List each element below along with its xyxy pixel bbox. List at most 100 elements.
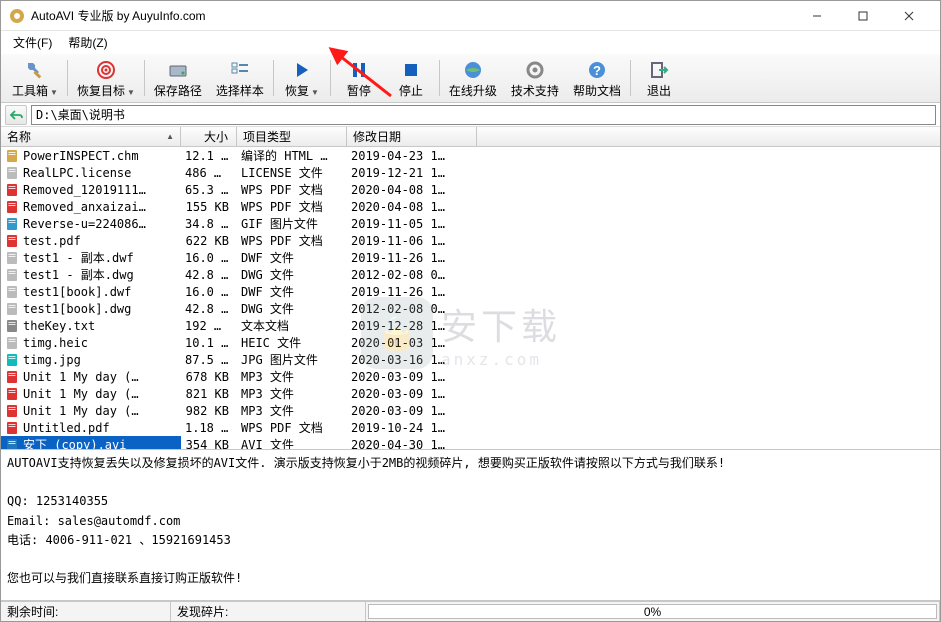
file-row[interactable]: Unit 1 My day (…678 KBMP3 文件2020-03-09 1… [1, 368, 940, 385]
maximize-button[interactable] [840, 1, 886, 31]
chevron-down-icon: ▼ [127, 88, 135, 97]
file-size: 678 KB [181, 370, 237, 384]
file-name: RealLPC.license [23, 166, 131, 180]
file-size: 821 KB [181, 387, 237, 401]
file-icon [5, 200, 19, 214]
recover-button[interactable]: 恢复▼ [276, 56, 328, 100]
file-row[interactable]: test1[book].dwf16.0 KBDWF 文件2019-11-26 1… [1, 283, 940, 300]
file-row[interactable]: test1 - 副本.dwg 42.8 KBDWG 文件2012-02-08 0… [1, 266, 940, 283]
file-date: 2020-01-03 1… [347, 336, 477, 350]
file-date: 2012-02-08 0… [347, 268, 477, 282]
file-type: WPS PDF 文档 [237, 198, 347, 215]
file-row[interactable]: Removed_anxaizai…155 KBWPS PDF 文档2020-04… [1, 198, 940, 215]
path-input[interactable] [31, 105, 936, 125]
file-name: test1 - 副本.dwg [23, 266, 134, 283]
file-list: 名称▲ 大小 项目类型 修改日期 🔒 安下载 anxz.com PowerINS… [1, 127, 940, 449]
file-type: DWF 文件 [237, 283, 347, 300]
file-icon [5, 285, 19, 299]
file-size: 16.0 KB [181, 251, 237, 265]
menu-file[interactable]: 文件(F) [5, 32, 60, 53]
file-name: theKey.txt [23, 319, 95, 333]
save-path-label: 保存路径 [154, 82, 202, 99]
file-row[interactable]: PowerINSPECT.chm12.1 MB编译的 HTML …2019-04… [1, 147, 940, 164]
file-date: 2019-04-23 1… [347, 149, 477, 163]
file-date: 2020-03-09 1… [347, 387, 477, 401]
column-type[interactable]: 项目类型 [237, 127, 347, 146]
file-date: 2019-11-06 1… [347, 234, 477, 248]
file-type: DWG 文件 [237, 266, 347, 283]
file-icon [5, 149, 19, 163]
file-row[interactable]: timg.heic10.1 KBHEIC 文件2020-01-03 1… [1, 334, 940, 351]
file-type: WPS PDF 文档 [237, 232, 347, 249]
file-date: 2019-12-21 1… [347, 166, 477, 180]
file-row[interactable]: Reverse-u=224086…34.8 KBGIF 图片文件2019-11-… [1, 215, 940, 232]
file-name: test.pdf [23, 234, 81, 248]
pause-button[interactable]: 暂停 [333, 56, 385, 100]
close-button[interactable] [886, 1, 932, 31]
back-button[interactable] [5, 105, 27, 125]
file-row[interactable]: theKey.txt192 字节文本文档2019-12-28 1… [1, 317, 940, 334]
file-type: HEIC 文件 [237, 334, 347, 351]
file-icon [5, 217, 19, 231]
help-doc-button[interactable]: ? 帮助文档 [566, 56, 628, 100]
file-row[interactable]: Removed_12019111…65.3 KBWPS PDF 文档2020-0… [1, 181, 940, 198]
recover-label: 恢复 [285, 84, 309, 98]
exit-button[interactable]: 退出 [633, 56, 685, 100]
file-name: Unit 1 My day (… [23, 404, 139, 418]
file-row[interactable]: test.pdf 622 KBWPS PDF 文档2019-11-06 1… [1, 232, 940, 249]
minimize-button[interactable] [794, 1, 840, 31]
file-row[interactable]: test1 - 副本.dwf16.0 KBDWF 文件2019-11-26 1… [1, 249, 940, 266]
file-icon [5, 353, 19, 367]
menu-help[interactable]: 帮助(Z) [60, 32, 115, 53]
info-qq: QQ: 1253140355 [7, 492, 934, 511]
file-row[interactable]: Untitled.pdf1.18 MBWPS PDF 文档2019-10-24 … [1, 419, 940, 436]
tech-support-button[interactable]: 技术支持 [504, 56, 566, 100]
file-icon [5, 302, 19, 316]
file-date: 2019-10-24 1… [347, 421, 477, 435]
column-size[interactable]: 大小 [181, 127, 237, 146]
save-path-button[interactable]: 保存路径 [147, 56, 209, 100]
window-title: AutoAVI 专业版 by AuyuInfo.com [31, 7, 794, 24]
file-icon [5, 251, 19, 265]
file-row[interactable]: test1[book].dwg42.8 KBDWG 文件2012-02-08 0… [1, 300, 940, 317]
file-name: test1[book].dwg [23, 302, 131, 316]
file-size: 622 KB [181, 234, 237, 248]
menubar: 文件(F) 帮助(Z) [1, 31, 940, 53]
hammer-icon [25, 60, 45, 80]
toolbox-button[interactable]: 工具箱▼ [5, 56, 65, 100]
toolbar-separator [630, 60, 631, 96]
file-size: 16.0 KB [181, 285, 237, 299]
file-date: 2019-12-28 1… [347, 319, 477, 333]
file-row[interactable]: RealLPC.license486 字节LICENSE 文件2019-12-2… [1, 164, 940, 181]
file-size: 42.8 KB [181, 268, 237, 282]
recover-target-button[interactable]: 恢复目标▼ [70, 56, 142, 100]
file-row[interactable]: 安下 (copy).avi354 KBAVI 文件2020-04-30 1… [1, 436, 940, 449]
toolbox-label: 工具箱 [12, 84, 48, 98]
stop-icon [401, 60, 421, 80]
toolbar-separator [67, 60, 68, 96]
select-sample-button[interactable]: 选择样本 [209, 56, 271, 100]
online-upgrade-label: 在线升级 [449, 82, 497, 99]
svg-text:?: ? [593, 63, 601, 78]
online-upgrade-button[interactable]: 在线升级 [442, 56, 504, 100]
stop-button[interactable]: 停止 [385, 56, 437, 100]
play-icon [292, 60, 312, 80]
toolbar-separator [144, 60, 145, 96]
list-check-icon [230, 60, 250, 80]
file-size: 65.3 KB [181, 183, 237, 197]
file-icon [5, 183, 19, 197]
file-row[interactable]: Unit 1 My day (…982 KBMP3 文件2020-03-09 1… [1, 402, 940, 419]
file-type: WPS PDF 文档 [237, 181, 347, 198]
toolbar: 工具箱▼ 恢复目标▼ 保存路径 选择样本 恢复▼ 暂停 停止 [1, 53, 940, 103]
file-row[interactable]: timg.jpg87.5 KBJPG 图片文件2020-03-16 1… [1, 351, 940, 368]
select-sample-label: 选择样本 [216, 82, 264, 99]
column-date[interactable]: 修改日期 [347, 127, 477, 146]
chevron-down-icon: ▼ [50, 88, 58, 97]
status-remaining: 剩余时间: [1, 602, 171, 621]
file-name: 安下 (copy).avi [23, 436, 126, 449]
column-name[interactable]: 名称▲ [1, 127, 181, 146]
file-size: 87.5 KB [181, 353, 237, 367]
tech-support-label: 技术支持 [511, 82, 559, 99]
file-row[interactable]: Unit 1 My day (…821 KBMP3 文件2020-03-09 1… [1, 385, 940, 402]
file-date: 2019-11-26 1… [347, 285, 477, 299]
